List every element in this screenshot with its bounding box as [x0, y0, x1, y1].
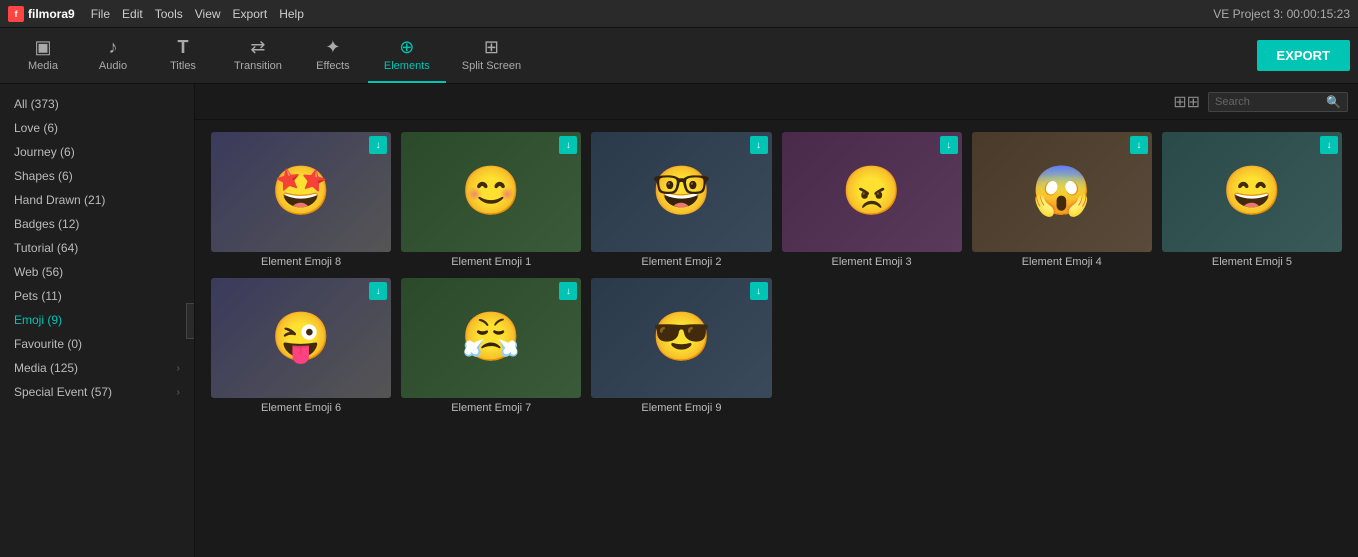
- menu-export[interactable]: Export: [233, 7, 268, 21]
- toolbar: ▣ Media ♪ Audio T Titles ⇄ Transition ✦ …: [0, 28, 1358, 84]
- search-input[interactable]: [1215, 96, 1322, 108]
- download-badge-emoji8: ↓: [369, 136, 387, 154]
- download-badge-emoji3: ↓: [940, 136, 958, 154]
- element-card-emoji5[interactable]: 😄 ↓ Element Emoji 5: [1162, 132, 1342, 268]
- audio-icon: ♪: [109, 38, 118, 56]
- media-arrow-icon: ›: [177, 363, 180, 374]
- content-panel: ⊞⊞ 🔍 🤩 ↓ Element Emoji 8 😊 ↓: [195, 84, 1358, 557]
- element-thumb-emoji7: 😤 ↓: [401, 278, 581, 398]
- toolbar-audio[interactable]: ♪ Audio: [78, 28, 148, 83]
- sidebar-item-emoji[interactable]: Emoji (9): [0, 308, 194, 332]
- splitscreen-icon: ⊞: [484, 38, 499, 56]
- element-card-emoji2[interactable]: 🤓 ↓ Element Emoji 2: [591, 132, 771, 268]
- sidebar-item-specialevent[interactable]: Special Event (57) ›: [0, 380, 194, 404]
- element-name-emoji2: Element Emoji 2: [591, 256, 771, 268]
- toolbar-audio-label: Audio: [99, 60, 127, 72]
- toolbar-elements-label: Elements: [384, 60, 430, 72]
- specialevent-arrow-icon: ›: [177, 387, 180, 398]
- export-button[interactable]: EXPORT: [1257, 40, 1350, 71]
- element-name-emoji7: Element Emoji 7: [401, 402, 581, 414]
- menu-file[interactable]: File: [91, 7, 110, 21]
- logo-icon: f: [8, 6, 24, 22]
- element-thumb-emoji9: 😎 ↓: [591, 278, 771, 398]
- element-card-emoji6[interactable]: 😜 ↓ Element Emoji 6: [211, 278, 391, 414]
- toolbar-effects-label: Effects: [316, 60, 349, 72]
- element-name-emoji5: Element Emoji 5: [1162, 256, 1342, 268]
- toolbar-splitscreen-label: Split Screen: [462, 60, 521, 72]
- toolbar-splitscreen[interactable]: ⊞ Split Screen: [446, 28, 537, 83]
- main-content: All (373) Love (6) Journey (6) Shapes (6…: [0, 84, 1358, 557]
- element-thumb-emoji6: 😜 ↓: [211, 278, 391, 398]
- sidebar-item-shapes[interactable]: Shapes (6): [0, 164, 194, 188]
- download-badge-emoji4: ↓: [1130, 136, 1148, 154]
- project-info: VE Project 3: 00:00:15:23: [1213, 7, 1350, 21]
- sidebar-item-all[interactable]: All (373): [0, 92, 194, 116]
- elements-grid: 🤩 ↓ Element Emoji 8 😊 ↓ Element Emoji 1 …: [195, 120, 1358, 557]
- element-thumb-emoji4: 😱 ↓: [972, 132, 1152, 252]
- download-badge-emoji2: ↓: [750, 136, 768, 154]
- download-badge-emoji6: ↓: [369, 282, 387, 300]
- sidebar-collapse-button[interactable]: ‹: [186, 303, 195, 339]
- toolbar-effects[interactable]: ✦ Effects: [298, 28, 368, 83]
- menu-bar: f filmora9 File Edit Tools View Export H…: [0, 0, 1358, 28]
- element-name-emoji6: Element Emoji 6: [211, 402, 391, 414]
- element-name-emoji8: Element Emoji 8: [211, 256, 391, 268]
- element-card-emoji9[interactable]: 😎 ↓ Element Emoji 9: [591, 278, 771, 414]
- element-card-emoji3[interactable]: 😠 ↓ Element Emoji 3: [782, 132, 962, 268]
- transition-icon: ⇄: [250, 38, 265, 56]
- sidebar-item-handdrawn[interactable]: Hand Drawn (21): [0, 188, 194, 212]
- toolbar-titles[interactable]: T Titles: [148, 28, 218, 83]
- sidebar-item-tutorial[interactable]: Tutorial (64): [0, 236, 194, 260]
- toolbar-transition-label: Transition: [234, 60, 282, 72]
- toolbar-transition[interactable]: ⇄ Transition: [218, 28, 298, 83]
- element-card-emoji1[interactable]: 😊 ↓ Element Emoji 1: [401, 132, 581, 268]
- element-name-emoji9: Element Emoji 9: [591, 402, 771, 414]
- content-header: ⊞⊞ 🔍: [195, 84, 1358, 120]
- element-thumb-emoji5: 😄 ↓: [1162, 132, 1342, 252]
- download-badge-emoji7: ↓: [559, 282, 577, 300]
- sidebar-item-favourite[interactable]: Favourite (0): [0, 332, 194, 356]
- element-name-emoji4: Element Emoji 4: [972, 256, 1152, 268]
- download-badge-emoji5: ↓: [1320, 136, 1338, 154]
- search-box[interactable]: 🔍: [1208, 92, 1348, 112]
- element-thumb-emoji2: 🤓 ↓: [591, 132, 771, 252]
- menu-items: File Edit Tools View Export Help: [91, 7, 304, 21]
- media-icon: ▣: [34, 38, 51, 56]
- download-badge-emoji1: ↓: [559, 136, 577, 154]
- element-card-emoji4[interactable]: 😱 ↓ Element Emoji 4: [972, 132, 1152, 268]
- menu-tools[interactable]: Tools: [155, 7, 183, 21]
- element-name-emoji3: Element Emoji 3: [782, 256, 962, 268]
- element-thumb-emoji1: 😊 ↓: [401, 132, 581, 252]
- search-icon: 🔍: [1326, 95, 1341, 109]
- sidebar-item-love[interactable]: Love (6): [0, 116, 194, 140]
- sidebar-item-journey[interactable]: Journey (6): [0, 140, 194, 164]
- element-name-emoji1: Element Emoji 1: [401, 256, 581, 268]
- sidebar-item-media[interactable]: Media (125) ›: [0, 356, 194, 380]
- menu-edit[interactable]: Edit: [122, 7, 143, 21]
- grid-view-icon[interactable]: ⊞⊞: [1173, 92, 1200, 112]
- toolbar-media[interactable]: ▣ Media: [8, 28, 78, 83]
- download-badge-emoji9: ↓: [750, 282, 768, 300]
- app-logo: f filmora9: [8, 6, 75, 22]
- sidebar-item-web[interactable]: Web (56): [0, 260, 194, 284]
- toolbar-titles-label: Titles: [170, 60, 196, 72]
- element-thumb-emoji8: 🤩 ↓: [211, 132, 391, 252]
- menu-help[interactable]: Help: [279, 7, 304, 21]
- sidebar-item-pets[interactable]: Pets (11): [0, 284, 194, 308]
- sidebar-item-badges[interactable]: Badges (12): [0, 212, 194, 236]
- element-card-emoji8[interactable]: 🤩 ↓ Element Emoji 8: [211, 132, 391, 268]
- elements-icon: ⊕: [399, 38, 414, 56]
- toolbar-elements[interactable]: ⊕ Elements: [368, 28, 446, 83]
- element-card-emoji7[interactable]: 😤 ↓ Element Emoji 7: [401, 278, 581, 414]
- effects-icon: ✦: [325, 38, 340, 56]
- app-name: filmora9: [28, 7, 75, 21]
- element-thumb-emoji3: 😠 ↓: [782, 132, 962, 252]
- sidebar: All (373) Love (6) Journey (6) Shapes (6…: [0, 84, 195, 557]
- menu-view[interactable]: View: [195, 7, 221, 21]
- toolbar-media-label: Media: [28, 60, 58, 72]
- titles-icon: T: [178, 38, 189, 56]
